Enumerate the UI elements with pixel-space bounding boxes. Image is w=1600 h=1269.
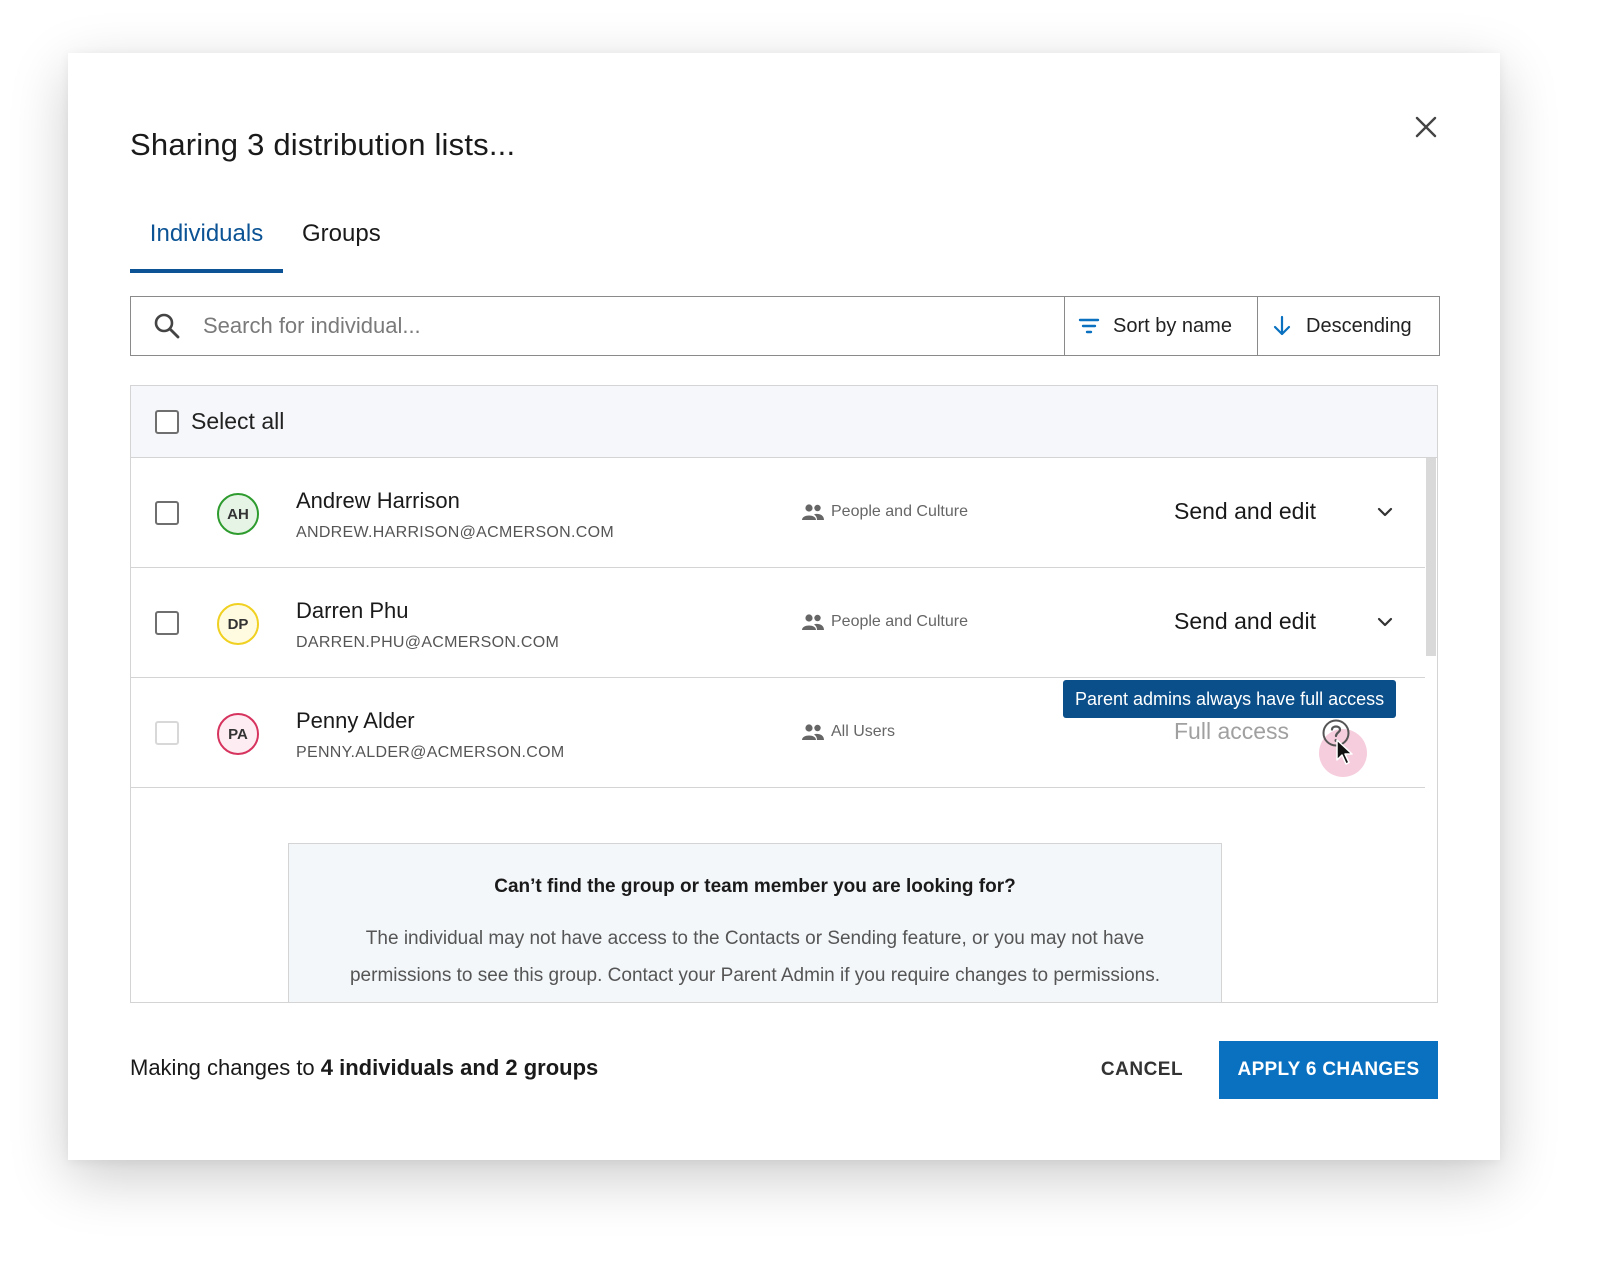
permission-select[interactable]: Send and edit (1174, 608, 1316, 635)
order-label: Descending (1306, 314, 1412, 337)
row-checkbox-disabled (155, 721, 179, 745)
people-icon (802, 724, 824, 740)
user-group: People and Culture (801, 503, 968, 521)
notice-body: The individual may not have access to th… (349, 928, 1160, 986)
group-label: All Users (831, 723, 896, 740)
arrow-down-icon (1273, 315, 1291, 336)
list-item: DP Darren Phu DARREN.PHU@ACMERSON.COM Pe… (131, 568, 1425, 678)
filter-icon (1078, 318, 1100, 334)
chevron-down-icon[interactable] (1375, 502, 1395, 522)
search-toolbar: Sort by name Descending (130, 296, 1440, 356)
user-email: PENNY.ALDER@ACMERSON.COM (296, 744, 565, 761)
search-icon (154, 313, 180, 339)
tab-bar: Individuals Groups (130, 219, 530, 275)
permission-readonly: Full access (1174, 718, 1290, 744)
avatar: AH (217, 493, 259, 535)
order-button[interactable]: Descending (1258, 297, 1439, 355)
scrollbar[interactable] (1425, 458, 1437, 1002)
user-group: All Users (801, 723, 895, 741)
tab-groups[interactable]: Groups (302, 219, 381, 273)
individuals-list: Select all AH Andrew Harrison ANDREW.HAR… (130, 385, 1438, 1003)
select-all-row: Select all (131, 386, 1437, 458)
group-label: People and Culture (831, 503, 968, 520)
user-email: ANDREW.HARRISON@ACMERSON.COM (296, 524, 614, 541)
tooltip: Parent admins always have full access (1063, 680, 1397, 718)
user-group: People and Culture (801, 613, 968, 631)
row-checkbox[interactable] (155, 611, 179, 635)
list-item: AH Andrew Harrison ANDREW.HARRISON@ACMER… (131, 458, 1425, 568)
people-icon (802, 504, 824, 520)
select-all-label: Select all (191, 408, 285, 434)
changes-summary: Making changes to 4 individuals and 2 gr… (130, 1055, 598, 1081)
list-item: PA Penny Alder PENNY.ALDER@ACMERSON.COM … (131, 678, 1425, 788)
user-name: Andrew Harrison (296, 488, 460, 513)
share-dialog: Sharing 3 distribution lists... Individu… (68, 53, 1500, 1160)
tab-individuals[interactable]: Individuals (130, 219, 283, 273)
sort-button[interactable]: Sort by name (1065, 297, 1258, 355)
help-notice: Can’t find the group or team member you … (288, 843, 1222, 1002)
chevron-down-icon[interactable] (1375, 612, 1395, 632)
summary-count: 4 individuals and 2 groups (320, 1055, 599, 1080)
search-input[interactable] (203, 313, 1023, 339)
mouse-pointer-icon (1336, 739, 1353, 765)
user-email: DARREN.PHU@ACMERSON.COM (296, 634, 560, 651)
select-all-checkbox[interactable] (155, 409, 179, 434)
notice-title: Can’t find the group or team member you … (494, 876, 1016, 897)
close-icon[interactable] (1412, 113, 1440, 141)
row-checkbox[interactable] (155, 501, 179, 525)
dialog-title: Sharing 3 distribution lists... (130, 127, 516, 162)
sort-label: Sort by name (1113, 314, 1232, 337)
avatar-initials: AH (227, 505, 249, 523)
scrollbar-thumb[interactable] (1426, 458, 1436, 656)
search-box (131, 297, 1065, 355)
avatar-initials: PA (228, 725, 248, 743)
user-name: Darren Phu (296, 598, 409, 623)
cancel-button[interactable]: CANCEL (1086, 1041, 1198, 1099)
people-icon (802, 614, 824, 630)
avatar: PA (217, 713, 259, 755)
avatar-initials: DP (227, 615, 249, 633)
avatar: DP (217, 603, 259, 645)
permission-select[interactable]: Send and edit (1174, 498, 1316, 525)
group-label: People and Culture (831, 613, 968, 630)
summary-prefix: Making changes to (130, 1055, 321, 1080)
user-name: Penny Alder (296, 708, 415, 733)
apply-changes-button[interactable]: APPLY 6 CHANGES (1219, 1041, 1438, 1099)
